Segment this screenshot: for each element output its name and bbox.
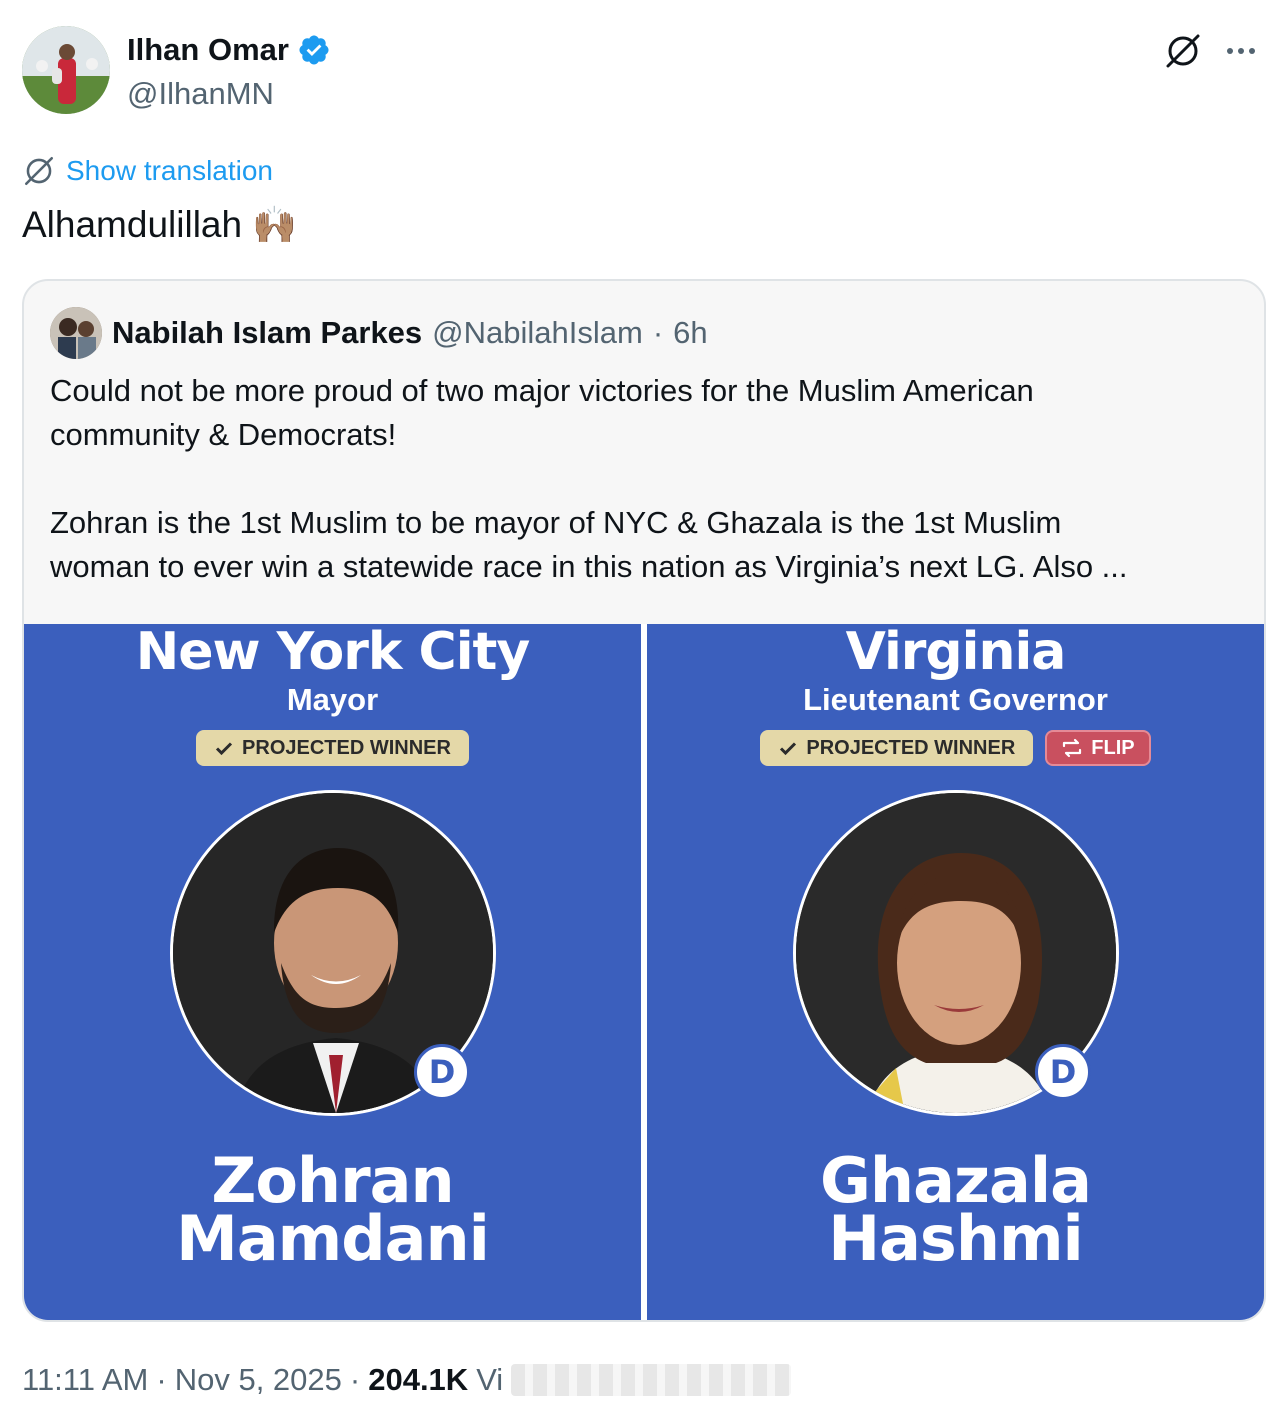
meta-separator: · — [156, 1362, 167, 1397]
quoted-text-line: woman to ever win a statewide race in th… — [50, 549, 1128, 584]
quoted-tweet-card[interactable]: Nabilah Islam Parkes @NabilahIslam · 6h … — [22, 279, 1266, 1322]
quoted-text-line: community & Democrats! — [50, 417, 397, 452]
grok-icon — [24, 156, 54, 186]
tweet-text-content: Alhamdulillah — [22, 204, 243, 245]
tweet-date[interactable]: Nov 5, 2025 — [175, 1362, 342, 1398]
check-icon — [215, 742, 233, 756]
badge-row: PROJECTED WINNER FLIP — [647, 730, 1264, 766]
more-options-button[interactable] — [1218, 28, 1264, 74]
quoted-author-handle[interactable]: @NabilahIslam — [432, 315, 643, 351]
flip-badge: FLIP — [1045, 730, 1151, 766]
race-office: Lieutenant Governor — [803, 682, 1108, 717]
projected-winner-badge: PROJECTED WINNER — [760, 730, 1034, 766]
candidate-name: Ghazala Hashmi — [647, 1150, 1264, 1275]
view-count[interactable]: 204.1K — [368, 1362, 468, 1398]
race-place: New York City — [135, 624, 531, 682]
quoted-author-avatar[interactable] — [50, 307, 102, 359]
quoted-timestamp[interactable]: 6h — [673, 315, 707, 351]
projected-winner-label: PROJECTED WINNER — [806, 736, 1016, 759]
quoted-separator: · — [652, 315, 664, 350]
projected-winner-label: PROJECTED WINNER — [242, 736, 451, 759]
candidate-last-name: Mamdani — [176, 1202, 490, 1275]
quoted-text-line: Zohran is the 1st Muslim to be mayor of … — [50, 505, 1062, 540]
blurred-overlay — [511, 1364, 792, 1396]
show-translation-link[interactable]: Show translation — [22, 154, 273, 188]
projected-winner-badge: PROJECTED WINNER — [196, 730, 469, 766]
democrat-party-badge: D — [414, 1044, 470, 1100]
grok-icon — [1166, 34, 1200, 68]
verified-badge-icon — [299, 35, 329, 65]
flip-arrows-icon — [1063, 738, 1082, 758]
more-icon — [1227, 48, 1255, 54]
grok-button[interactable] — [1160, 28, 1206, 74]
tweet-text: Alhamdulillah 🙌🏽 — [22, 204, 297, 246]
author-avatar[interactable] — [22, 26, 110, 114]
media-image-nyc[interactable]: New York City Mayor PROJECTED WINNER D Z… — [24, 624, 641, 1320]
quoted-text-line: Could not be more proud of two major vic… — [50, 373, 1034, 408]
author-handle[interactable]: @IlhanMN — [127, 76, 274, 112]
race-place: Virginia — [845, 624, 1067, 682]
candidate-name: Zohran Mamdani — [24, 1150, 641, 1275]
democrat-party-badge: D — [1035, 1044, 1091, 1100]
quoted-tweet-text: Could not be more proud of two major vic… — [50, 369, 1230, 589]
raised-hands-emoji: 🙌🏽 — [252, 204, 297, 245]
author-name[interactable]: Ilhan Omar — [127, 32, 331, 68]
check-icon — [780, 742, 797, 756]
views-label: Vi — [476, 1362, 504, 1397]
tweet-time[interactable]: 11:11 AM — [22, 1362, 148, 1398]
quoted-media[interactable]: New York City Mayor PROJECTED WINNER D Z… — [24, 624, 1264, 1320]
badge-row: PROJECTED WINNER — [24, 730, 641, 766]
flip-label: FLIP — [1091, 736, 1135, 759]
author-name-text[interactable]: Ilhan Omar — [127, 32, 289, 68]
race-office: Mayor — [286, 682, 379, 717]
tweet-header: Ilhan Omar @IlhanMN — [22, 26, 1266, 118]
show-translation-label[interactable]: Show translation — [66, 155, 273, 187]
tweet-meta: 11:11 AM · Nov 5, 2025 · 204.1K Vi — [22, 1362, 792, 1398]
quoted-author-name[interactable]: Nabilah Islam Parkes — [112, 315, 422, 351]
media-image-virginia[interactable]: Virginia Lieutenant Governor PROJECTED W… — [647, 624, 1264, 1320]
candidate-last-name: Hashmi — [828, 1202, 1084, 1275]
meta-separator: · — [349, 1362, 361, 1397]
quoted-tweet-header: Nabilah Islam Parkes @NabilahIslam · 6h — [50, 307, 708, 359]
